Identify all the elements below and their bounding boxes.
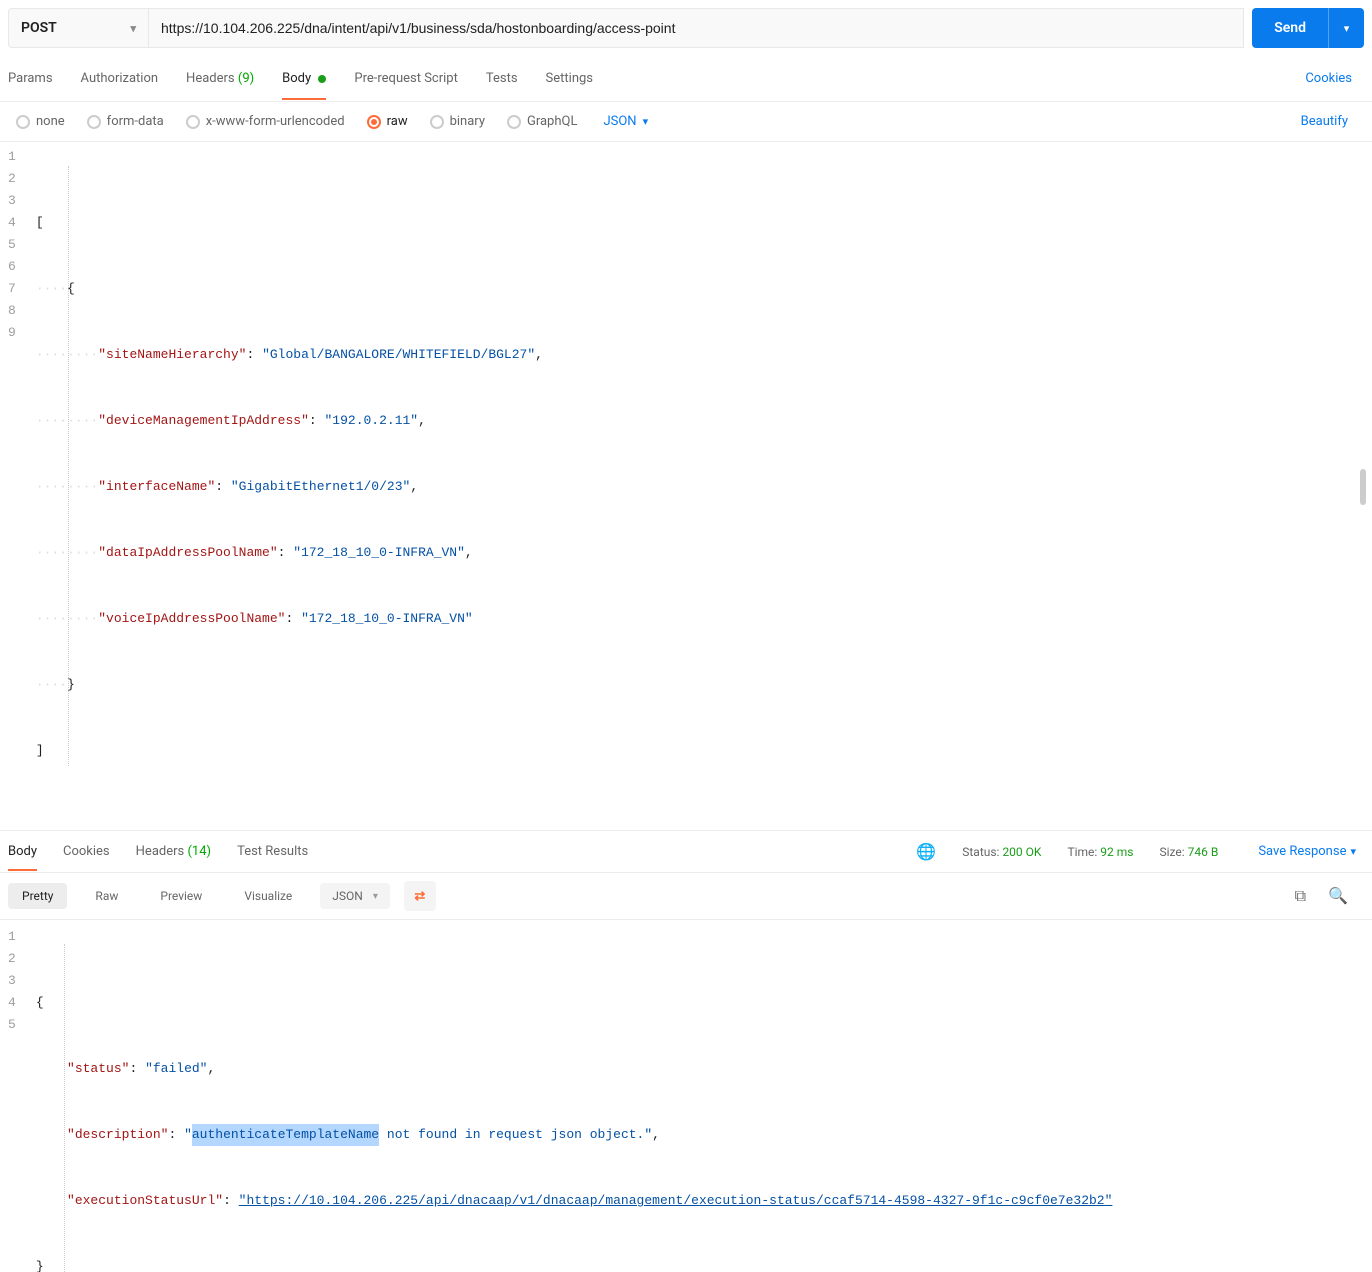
send-button[interactable]: Send ▾ <box>1252 8 1364 48</box>
chevron-down-icon: ▾ <box>1350 845 1356 858</box>
beautify-button[interactable]: Beautify <box>1301 114 1356 129</box>
search-icon[interactable]: 🔍 <box>1328 886 1348 906</box>
tab-authorization[interactable]: Authorization <box>81 71 159 86</box>
wrap-lines-button[interactable]: ⇄ <box>404 881 436 911</box>
body-graphql[interactable]: GraphQL <box>507 114 577 129</box>
body-format-select[interactable]: JSON ▾ <box>603 114 648 129</box>
pane-resize-handle[interactable] <box>1360 469 1366 505</box>
radio-icon <box>507 115 521 129</box>
network-icon[interactable]: 🌐 <box>916 842 936 861</box>
copy-icon[interactable]: ⧉ <box>1295 886 1306 906</box>
radio-icon <box>367 115 381 129</box>
line-gutter: 123456789 <box>0 142 32 810</box>
body-urlencoded[interactable]: x-www-form-urlencoded <box>186 114 345 129</box>
time-label: Time: 92 ms <box>1067 845 1133 859</box>
response-format-select[interactable]: JSON ▾ <box>320 883 390 909</box>
tab-tests[interactable]: Tests <box>486 71 518 86</box>
view-pretty[interactable]: Pretty <box>8 883 67 909</box>
cookies-link[interactable]: Cookies <box>1305 71 1364 86</box>
tab-body[interactable]: Body <box>282 71 326 86</box>
view-raw[interactable]: Raw <box>81 883 132 909</box>
radio-icon <box>430 115 444 129</box>
request-body-editor[interactable]: 123456789 [ ····{ ········"siteNameHiera… <box>0 142 1372 831</box>
send-label: Send <box>1252 20 1328 36</box>
save-response-button[interactable]: Save Response ▾ <box>1258 844 1356 859</box>
resp-tab-test-results[interactable]: Test Results <box>237 844 308 859</box>
tab-params[interactable]: Params <box>8 71 53 86</box>
body-binary[interactable]: binary <box>430 114 485 129</box>
resp-tab-headers[interactable]: Headers (14) <box>136 844 211 859</box>
url-input[interactable] <box>148 8 1244 48</box>
tab-settings[interactable]: Settings <box>546 71 593 86</box>
selected-text: authenticateTemplateName <box>192 1124 379 1146</box>
resp-tab-cookies[interactable]: Cookies <box>63 844 110 859</box>
tab-headers[interactable]: Headers (9) <box>186 71 254 86</box>
response-body-editor[interactable]: 12345 { "status": "failed", "description… <box>0 920 1372 1272</box>
body-format-value: JSON <box>603 114 636 129</box>
body-modified-dot <box>318 75 326 83</box>
tab-pre-request[interactable]: Pre-request Script <box>354 71 457 86</box>
view-visualize[interactable]: Visualize <box>230 883 306 909</box>
size-label: Size: 746 B <box>1159 845 1218 859</box>
chevron-down-icon: ▾ <box>130 22 136 35</box>
tab-headers-label: Headers <box>186 71 235 86</box>
resp-headers-label: Headers <box>136 844 185 859</box>
view-preview[interactable]: Preview <box>146 883 216 909</box>
chevron-down-icon: ▾ <box>643 115 649 128</box>
resp-tab-body[interactable]: Body <box>8 844 37 859</box>
tab-headers-count: (9) <box>238 71 254 86</box>
method-select[interactable]: POST ▾ <box>8 8 148 48</box>
body-form-data[interactable]: form-data <box>87 114 164 129</box>
method-value: POST <box>21 20 57 36</box>
resp-headers-count: (14) <box>187 844 211 859</box>
body-raw[interactable]: raw <box>367 114 408 129</box>
line-gutter: 12345 <box>0 922 32 1272</box>
send-dropdown[interactable]: ▾ <box>1328 8 1364 48</box>
execution-status-url[interactable]: "https://10.104.206.225/api/dnacaap/v1/d… <box>239 1190 1113 1212</box>
chevron-down-icon: ▾ <box>373 891 378 902</box>
body-none[interactable]: none <box>16 114 65 129</box>
tab-body-label: Body <box>282 71 311 86</box>
status-label: Status: 200 OK <box>962 845 1041 859</box>
code-area[interactable]: { "status": "failed", "description": "au… <box>32 922 1372 1272</box>
radio-icon <box>87 115 101 129</box>
code-area[interactable]: [ ····{ ········"siteNameHierarchy": "Gl… <box>32 142 1372 810</box>
radio-icon <box>16 115 30 129</box>
radio-icon <box>186 115 200 129</box>
